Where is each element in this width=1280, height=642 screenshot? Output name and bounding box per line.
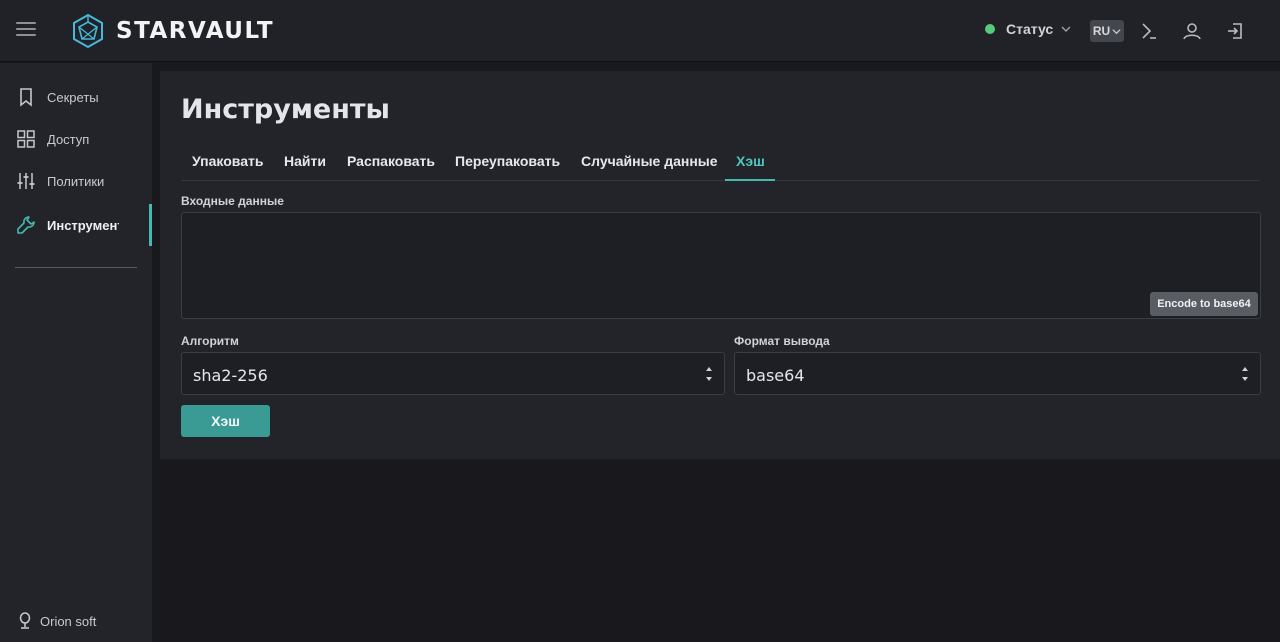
output-format-label: Формат вывода	[734, 334, 830, 348]
tab-rewrap[interactable]: Переупаковать	[455, 153, 560, 169]
tab-hash[interactable]: Хэш	[736, 153, 765, 169]
top-header: STARVAULT Статус RU	[0, 0, 1280, 62]
hash-submit-button[interactable]: Хэш	[181, 405, 270, 437]
language-label: RU	[1092, 24, 1111, 38]
sidebar-item-policies[interactable]: Политики	[0, 160, 152, 202]
sidebar-item-label: Секреты	[47, 89, 99, 105]
select-arrows-icon	[706, 367, 712, 381]
vendor-name: Orion soft	[40, 613, 97, 629]
algorithm-value: sha2-256	[193, 366, 268, 385]
brand-logo[interactable]: STARVAULT	[70, 13, 274, 49]
sliders-icon	[17, 173, 35, 189]
algorithm-select[interactable]: sha2-256	[181, 352, 725, 395]
logo-icon	[73, 13, 103, 49]
tools-panel: Инструменты Упаковать Найти Распаковать …	[160, 71, 1280, 459]
algorithm-label: Алгоритм	[181, 334, 239, 348]
console-icon[interactable]	[1138, 20, 1160, 42]
tab-random[interactable]: Случайные данные	[581, 153, 718, 169]
grid-icon	[17, 130, 35, 148]
vendor-brand: Orion soft	[18, 612, 96, 630]
output-format-select[interactable]: base64	[734, 352, 1261, 395]
tab-lookup[interactable]: Найти	[284, 153, 326, 169]
sidebar-item-label: Инструменты	[47, 217, 119, 233]
tab-wrap[interactable]: Упаковать	[192, 153, 263, 169]
output-format-value: base64	[746, 366, 805, 385]
sidebar-item-label: Доступ	[47, 131, 90, 147]
tools-tabs: Упаковать Найти Распаковать Переупаковат…	[181, 141, 1260, 181]
sidebar: Секреты Доступ Политики Инструменты	[0, 63, 152, 642]
sidebar-item-access[interactable]: Доступ	[0, 118, 152, 160]
page-title: Инструменты	[181, 94, 390, 125]
status-label: Статус	[1006, 21, 1054, 37]
sidebar-item-secrets[interactable]: Секреты	[0, 76, 152, 118]
input-textarea[interactable]	[181, 212, 1261, 319]
language-select[interactable]: RU	[1090, 20, 1124, 42]
sidebar-divider	[15, 267, 137, 268]
status-indicator	[985, 24, 995, 34]
encode-base64-button[interactable]: Encode to base64	[1150, 292, 1258, 316]
menu-icon[interactable]	[16, 22, 36, 40]
tab-unwrap[interactable]: Распаковать	[347, 153, 435, 169]
orion-logo-icon	[19, 612, 31, 629]
chevron-down-icon	[1112, 28, 1121, 34]
status-dropdown[interactable]: Статус	[985, 21, 1071, 37]
select-arrows-icon	[1242, 367, 1248, 381]
wrench-icon	[17, 216, 35, 234]
user-icon[interactable]	[1181, 20, 1203, 42]
sidebar-item-label: Политики	[47, 173, 105, 189]
logout-icon[interactable]	[1224, 20, 1246, 42]
input-label: Входные данные	[181, 194, 284, 208]
chevron-down-icon	[1061, 26, 1071, 33]
active-tab-indicator	[725, 179, 775, 181]
sidebar-item-tools[interactable]: Инструменты	[0, 204, 152, 246]
bookmark-icon	[20, 88, 32, 107]
brand-name: STARVAULT	[116, 18, 275, 44]
